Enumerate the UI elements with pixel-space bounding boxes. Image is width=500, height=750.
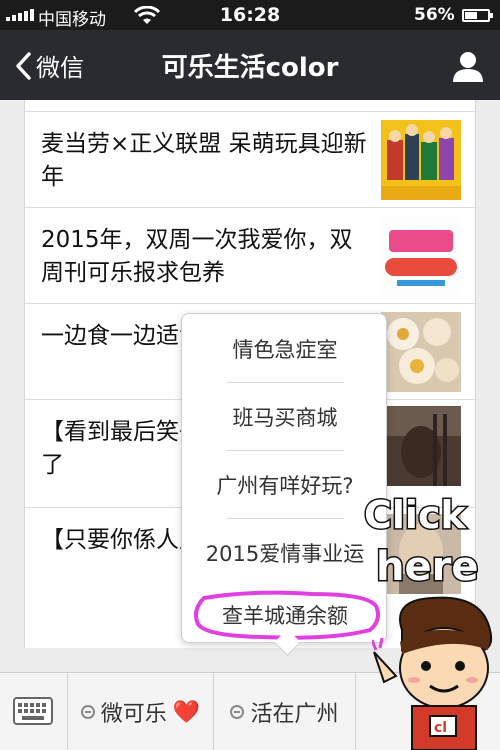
article-title: 麦当劳×正义联盟 呆萌玩具迎新年 [41, 131, 367, 190]
submenu-item[interactable]: 班马买商城 [182, 384, 388, 450]
divider [226, 518, 344, 519]
page-title: 可乐生活color [161, 53, 339, 83]
keyboard-toggle-button[interactable] [0, 673, 68, 750]
article-item[interactable]: 2015年，双周一次我爱你，双周刊可乐报求包养 [25, 208, 475, 304]
article-title: 2015年，双周一次我爱你，双周刊可乐报求包养 [41, 227, 353, 286]
submenu-item-highlighted[interactable]: 查羊城通余额 [182, 582, 388, 648]
click-here-sticker: Click here [363, 492, 480, 592]
heart-icon: ❤️ [172, 699, 201, 725]
battery-percent: 56% [414, 5, 455, 25]
click-here-text: Click [364, 493, 466, 537]
submenu-indicator-icon [80, 705, 95, 719]
article-thumbnail [381, 216, 461, 296]
submenu-indicator-icon [230, 705, 245, 719]
submenu-item[interactable]: 广州有咩好玩? [182, 452, 388, 518]
submenu-popup: 情色急症室 班马买商城 广州有咩好玩? 2015爱情事业运 查羊城通余额 [181, 313, 387, 643]
divider [226, 382, 344, 383]
divider [226, 450, 344, 451]
article-item[interactable]: 麦当劳×正义联盟 呆萌玩具迎新年 [25, 112, 475, 208]
menu-tab-living-guangzhou[interactable]: 活在广州 [214, 673, 356, 750]
status-bar: 中国移动 16:28 56% [0, 0, 500, 30]
cartoon-mascot: cl [372, 596, 493, 750]
battery-fill [465, 12, 477, 19]
list-item [25, 100, 475, 112]
menu-tab-label: 活在广州 [250, 702, 339, 727]
navigation-bar: 微信 可乐生活color [0, 30, 500, 100]
article-thumbnail [381, 312, 461, 392]
click-here-text: here [376, 544, 478, 590]
svg-text:cl: cl [434, 720, 447, 736]
battery-icon [462, 9, 493, 22]
submenu-item[interactable]: 情色急症室 [182, 316, 388, 382]
keyboard-icon [13, 697, 53, 725]
menu-tab-wei-kele[interactable]: 微可乐 ❤️ [68, 673, 214, 750]
menu-tab-label: 微可乐 [100, 702, 167, 727]
article-thumbnail [381, 406, 461, 486]
submenu-item[interactable]: 2015爱情事业运 [182, 520, 388, 586]
article-thumbnail [381, 120, 461, 200]
profile-icon[interactable] [450, 48, 486, 84]
